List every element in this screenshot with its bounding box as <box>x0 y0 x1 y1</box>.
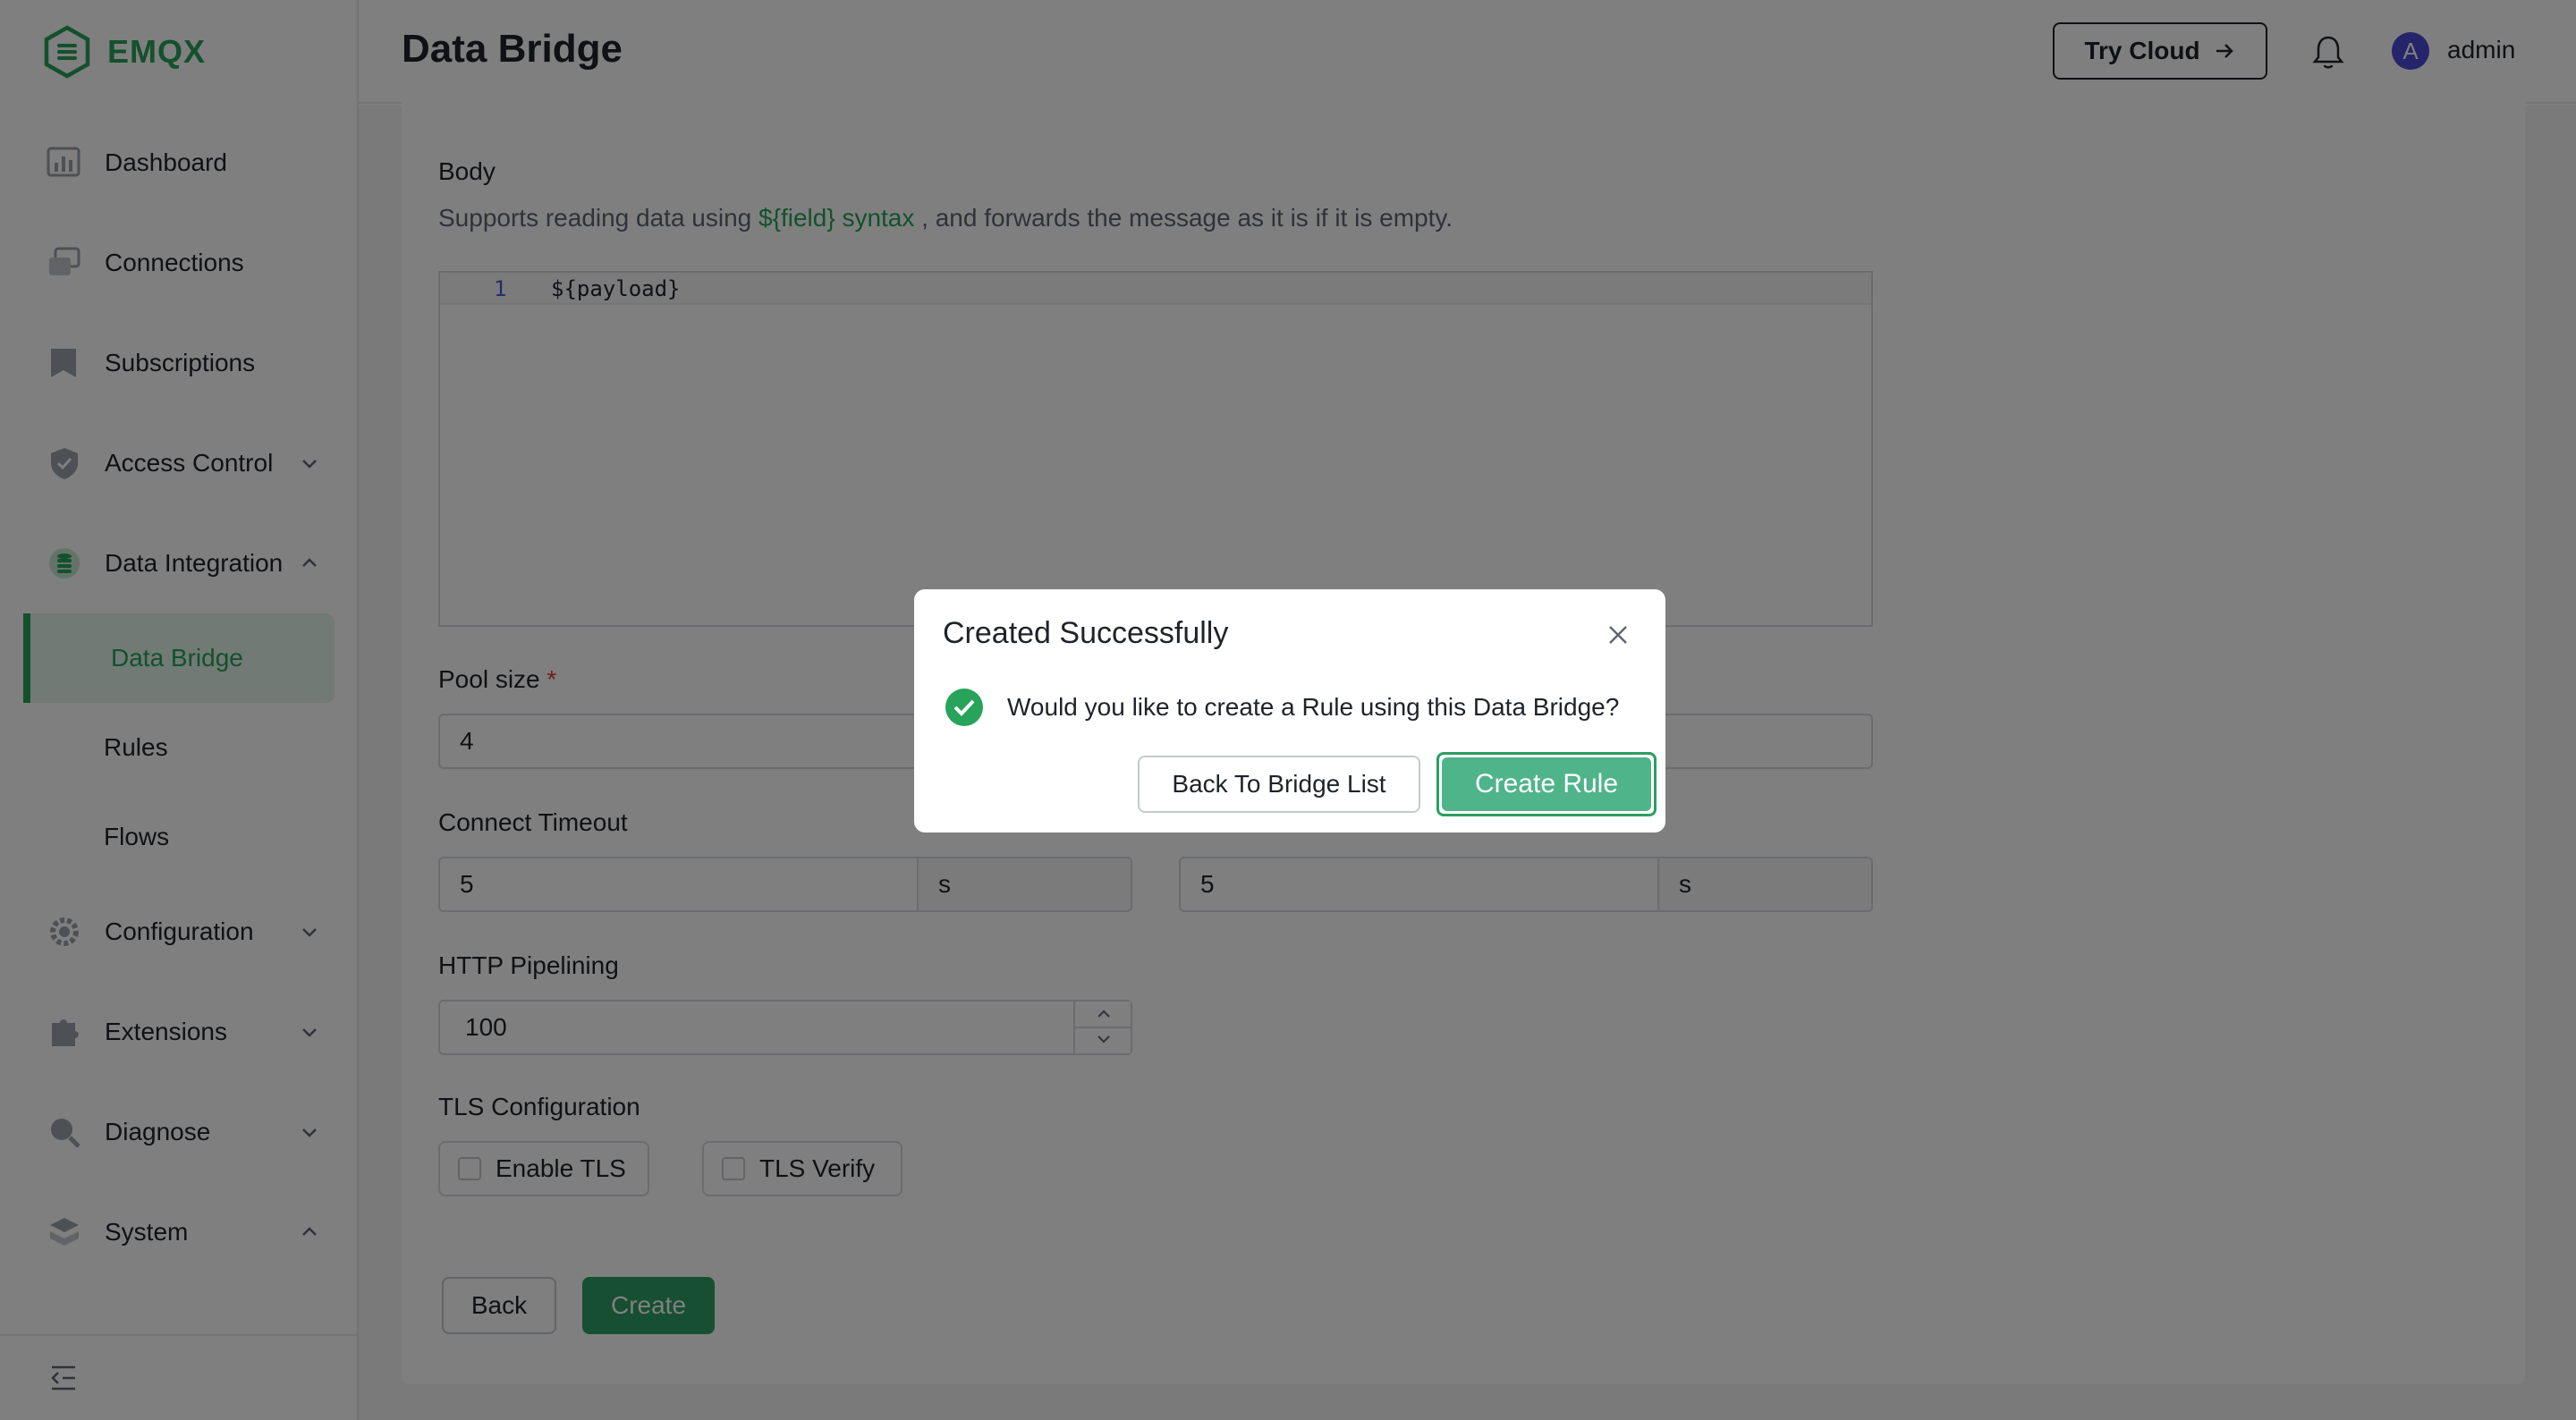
create-rule-button[interactable]: Create Rule <box>1442 757 1651 811</box>
dialog-title: Created Successfully <box>943 616 1229 650</box>
success-check-icon <box>945 689 983 726</box>
created-successfully-dialog: Created Successfully Would you like to c… <box>914 589 1665 833</box>
dialog-message: Would you like to create a Rule using th… <box>1007 693 1620 721</box>
close-icon[interactable] <box>1603 620 1633 650</box>
back-to-bridge-list-button[interactable]: Back To Bridge List <box>1138 756 1420 813</box>
